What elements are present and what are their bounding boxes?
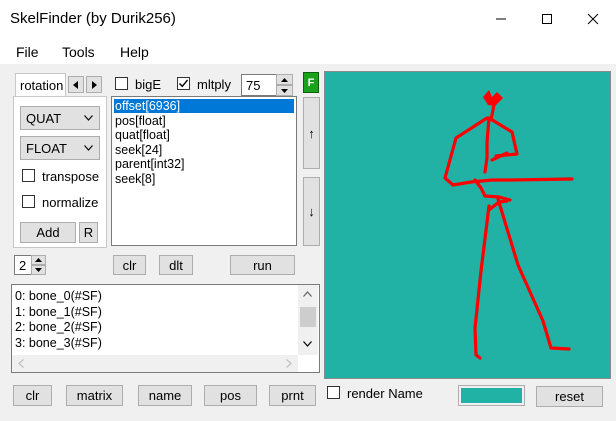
field-item[interactable]: parent[int32] xyxy=(115,157,185,171)
tab-rotation[interactable]: rotation xyxy=(15,73,66,97)
tab-scroll-right-button[interactable] xyxy=(86,76,102,93)
menu-file[interactable]: File xyxy=(16,44,39,60)
clr-fields-button[interactable]: clr xyxy=(113,255,146,275)
field-item[interactable]: quat[float] xyxy=(115,128,170,142)
count-spin-down-button[interactable] xyxy=(31,265,46,275)
count-spin-up-button[interactable] xyxy=(31,255,46,265)
pos-button[interactable]: pos xyxy=(204,385,257,406)
scroll-down-icon xyxy=(303,341,312,347)
scroll-right-icon xyxy=(286,359,292,368)
tab-scroll-left-button[interactable] xyxy=(68,76,84,93)
horizontal-scrollbar[interactable] xyxy=(12,355,298,372)
tab-rotation-label: rotation xyxy=(20,78,64,93)
clr-bones-button[interactable]: clr xyxy=(13,385,52,406)
quat-select-value: QUAT xyxy=(26,110,62,126)
dlt-button[interactable]: dlt xyxy=(159,255,193,275)
menu-help[interactable]: Help xyxy=(120,44,149,60)
arrow-down-icon xyxy=(281,88,288,93)
name-button[interactable]: name xyxy=(138,385,192,406)
matrix-button[interactable]: matrix xyxy=(66,385,123,406)
close-button[interactable] xyxy=(570,0,616,38)
color-swatch-button[interactable] xyxy=(458,385,525,406)
move-down-button[interactable]: ↓ xyxy=(303,177,320,246)
bones-list[interactable]: 0: bone_0(#SF) 1: bone_1(#SF) 2: bone_2(#S… xyxy=(11,284,320,373)
r-button[interactable]: R xyxy=(79,222,98,243)
transpose-checkbox[interactable] xyxy=(22,169,35,182)
field-item[interactable]: seek[8] xyxy=(115,172,155,186)
mltply-spin-down-button[interactable] xyxy=(276,85,293,96)
vertical-scrollbar[interactable] xyxy=(298,285,318,355)
normalize-checkbox[interactable] xyxy=(22,195,35,208)
count-value: 2 xyxy=(19,258,27,273)
normalize-label: normalize xyxy=(42,195,99,210)
bone-list-item[interactable]: 3: bone_3(#SF) xyxy=(15,336,102,350)
skeleton-viewport xyxy=(325,72,610,378)
arrow-left-icon xyxy=(73,80,78,89)
arrow-right-icon xyxy=(92,80,97,89)
color-swatch xyxy=(461,388,522,403)
skeleton-preview[interactable] xyxy=(324,71,611,379)
chevron-down-icon xyxy=(84,145,93,151)
close-icon xyxy=(587,13,599,25)
window-title: SkelFinder (by Durik256) xyxy=(10,10,176,27)
chevron-down-icon xyxy=(84,115,93,121)
quat-select[interactable]: QUAT xyxy=(20,106,100,130)
mltply-label: mltply xyxy=(197,77,231,92)
vertical-scroll-thumb[interactable] xyxy=(300,307,316,327)
field-item[interactable]: seek[24] xyxy=(115,143,162,157)
bige-checkbox[interactable] xyxy=(115,77,128,90)
scroll-left-icon xyxy=(18,359,24,368)
minimize-button[interactable] xyxy=(478,0,524,38)
maximize-button[interactable] xyxy=(524,0,570,38)
f-button[interactable]: F xyxy=(303,72,319,93)
bige-label: bigE xyxy=(135,77,162,92)
run-button[interactable]: run xyxy=(230,255,295,275)
checkmark-icon xyxy=(179,79,189,88)
arrow-up-icon xyxy=(281,77,288,82)
mltply-checkbox[interactable] xyxy=(177,77,190,90)
count-input[interactable]: 2 xyxy=(14,255,32,275)
render-name-checkbox[interactable] xyxy=(327,386,340,399)
field-item[interactable]: offset[6936] xyxy=(114,99,294,113)
move-up-button[interactable]: ↑ xyxy=(303,97,320,169)
menu-tools[interactable]: Tools xyxy=(62,44,95,60)
fields-list[interactable]: offset[6936] pos[float] quat[float] seek[24… xyxy=(111,96,297,246)
render-name-label: render Name xyxy=(347,386,423,401)
mltply-value: 75 xyxy=(246,78,261,93)
bone-list-item[interactable]: 0: bone_0(#SF) xyxy=(15,289,102,303)
arrow-down-icon xyxy=(35,268,42,272)
float-select-value: FLOAT xyxy=(26,140,67,156)
minimize-icon xyxy=(496,18,506,20)
maximize-icon xyxy=(542,14,552,24)
arrow-up-icon xyxy=(35,258,42,262)
add-button[interactable]: Add xyxy=(20,222,76,243)
float-select[interactable]: FLOAT xyxy=(20,136,100,160)
field-item[interactable]: pos[float] xyxy=(115,114,166,128)
viewport-background xyxy=(325,72,610,378)
bone-list-item[interactable]: 1: bone_1(#SF) xyxy=(15,305,102,319)
bone-list-item[interactable]: 2: bone_2(#SF) xyxy=(15,320,102,334)
mltply-spin-up-button[interactable] xyxy=(276,74,293,85)
reset-button[interactable]: reset xyxy=(536,386,603,407)
prnt-button[interactable]: prnt xyxy=(269,385,316,406)
transpose-label: transpose xyxy=(42,169,100,184)
mltply-value-input[interactable]: 75 xyxy=(241,74,277,96)
scroll-up-icon xyxy=(303,291,312,297)
